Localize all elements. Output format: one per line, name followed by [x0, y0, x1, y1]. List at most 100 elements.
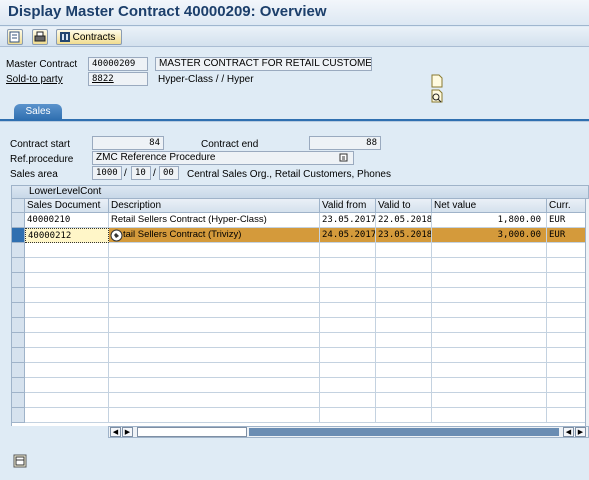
- empty-cell[interactable]: [432, 348, 547, 363]
- column-header-net-value[interactable]: Net value: [432, 199, 547, 213]
- empty-cell[interactable]: [376, 303, 432, 318]
- sold-to-party-field[interactable]: 8822: [88, 72, 148, 86]
- print-button[interactable]: [32, 29, 48, 45]
- row-selector[interactable]: [12, 333, 25, 348]
- empty-cell[interactable]: [25, 273, 109, 288]
- column-header-sales-document[interactable]: Sales Document: [25, 199, 109, 213]
- row-selector[interactable]: [12, 273, 25, 288]
- net-value-cell[interactable]: 3,000.00: [432, 228, 547, 243]
- empty-cell[interactable]: [109, 318, 320, 333]
- new-document-button[interactable]: [430, 74, 444, 88]
- empty-cell[interactable]: [109, 273, 320, 288]
- select-all-button[interactable]: [12, 199, 25, 213]
- empty-cell[interactable]: [547, 378, 586, 393]
- valid-from-cell[interactable]: 23.05.2017: [320, 213, 376, 228]
- display-change-button[interactable]: [7, 29, 23, 45]
- contract-end-field[interactable]: 88: [309, 136, 381, 150]
- empty-cell[interactable]: [320, 378, 376, 393]
- scroll-right-button[interactable]: ▶: [122, 427, 133, 437]
- empty-cell[interactable]: [25, 243, 109, 258]
- empty-cell[interactable]: [320, 318, 376, 333]
- row-selector[interactable]: [12, 228, 25, 243]
- row-selector[interactable]: [12, 393, 25, 408]
- empty-cell[interactable]: [376, 408, 432, 423]
- contract-start-field[interactable]: 84: [92, 136, 164, 150]
- empty-cell[interactable]: [25, 303, 109, 318]
- horizontal-scrollbar[interactable]: ◀ ▶ ◀ ▶: [108, 426, 589, 438]
- distribution-channel-field[interactable]: 10: [131, 166, 151, 180]
- sold-to-party-label[interactable]: Sold-to party: [6, 74, 63, 85]
- row-selector[interactable]: [12, 303, 25, 318]
- empty-cell[interactable]: [432, 363, 547, 378]
- empty-cell[interactable]: [547, 363, 586, 378]
- empty-cell[interactable]: [109, 408, 320, 423]
- valid-to-cell[interactable]: 23.05.2018: [376, 228, 432, 243]
- empty-cell[interactable]: [547, 408, 586, 423]
- empty-cell[interactable]: [376, 288, 432, 303]
- empty-cell[interactable]: [320, 333, 376, 348]
- empty-cell[interactable]: [547, 393, 586, 408]
- empty-cell[interactable]: [25, 378, 109, 393]
- tab-sales[interactable]: Sales: [14, 104, 62, 120]
- empty-cell[interactable]: [109, 348, 320, 363]
- empty-cell[interactable]: [25, 258, 109, 273]
- empty-cell[interactable]: [320, 363, 376, 378]
- empty-cell[interactable]: [25, 348, 109, 363]
- empty-cell[interactable]: [376, 273, 432, 288]
- empty-cell[interactable]: [376, 393, 432, 408]
- empty-cell[interactable]: [432, 408, 547, 423]
- empty-cell[interactable]: [547, 288, 586, 303]
- empty-cell[interactable]: [25, 318, 109, 333]
- document-flow-button[interactable]: [430, 89, 444, 103]
- empty-cell[interactable]: [320, 393, 376, 408]
- column-header-valid-from[interactable]: Valid from: [320, 199, 376, 213]
- sales-org-field[interactable]: 1000: [92, 166, 122, 180]
- column-header-description[interactable]: Description: [109, 199, 320, 213]
- empty-cell[interactable]: [432, 243, 547, 258]
- empty-cell[interactable]: [376, 348, 432, 363]
- empty-cell[interactable]: [320, 348, 376, 363]
- empty-cell[interactable]: [432, 333, 547, 348]
- valid-to-cell[interactable]: 22.05.2018: [376, 213, 432, 228]
- row-selector[interactable]: [12, 363, 25, 378]
- division-field[interactable]: 00: [159, 166, 179, 180]
- empty-cell[interactable]: [547, 303, 586, 318]
- table-settings-button[interactable]: [13, 454, 27, 468]
- empty-cell[interactable]: [25, 363, 109, 378]
- row-selector[interactable]: [12, 348, 25, 363]
- empty-cell[interactable]: [109, 378, 320, 393]
- empty-cell[interactable]: [376, 258, 432, 273]
- empty-cell[interactable]: [376, 333, 432, 348]
- empty-cell[interactable]: [432, 288, 547, 303]
- scroll-left-end-button[interactable]: ◀: [563, 427, 574, 437]
- empty-cell[interactable]: [376, 378, 432, 393]
- scroll-thumb[interactable]: [137, 427, 247, 437]
- empty-cell[interactable]: [320, 258, 376, 273]
- empty-cell[interactable]: [376, 363, 432, 378]
- empty-cell[interactable]: [432, 303, 547, 318]
- master-contract-field[interactable]: 40000209: [88, 57, 148, 71]
- column-header-currency[interactable]: Curr.: [547, 199, 586, 213]
- empty-cell[interactable]: [320, 273, 376, 288]
- empty-cell[interactable]: [109, 243, 320, 258]
- empty-cell[interactable]: [547, 318, 586, 333]
- valid-from-cell[interactable]: 24.05.2017: [320, 228, 376, 243]
- empty-cell[interactable]: [547, 273, 586, 288]
- empty-cell[interactable]: [109, 393, 320, 408]
- empty-cell[interactable]: [547, 258, 586, 273]
- empty-cell[interactable]: [432, 393, 547, 408]
- empty-cell[interactable]: [109, 363, 320, 378]
- empty-cell[interactable]: [109, 288, 320, 303]
- sales-document-cell[interactable]: 40000210: [25, 213, 109, 228]
- empty-cell[interactable]: [432, 378, 547, 393]
- empty-cell[interactable]: [547, 243, 586, 258]
- empty-cell[interactable]: [320, 243, 376, 258]
- empty-cell[interactable]: [376, 243, 432, 258]
- row-selector[interactable]: [12, 318, 25, 333]
- empty-cell[interactable]: [432, 258, 547, 273]
- currency-cell[interactable]: EUR: [547, 228, 586, 243]
- empty-cell[interactable]: [376, 318, 432, 333]
- column-header-valid-to[interactable]: Valid to: [376, 199, 432, 213]
- empty-cell[interactable]: [25, 408, 109, 423]
- empty-cell[interactable]: [432, 273, 547, 288]
